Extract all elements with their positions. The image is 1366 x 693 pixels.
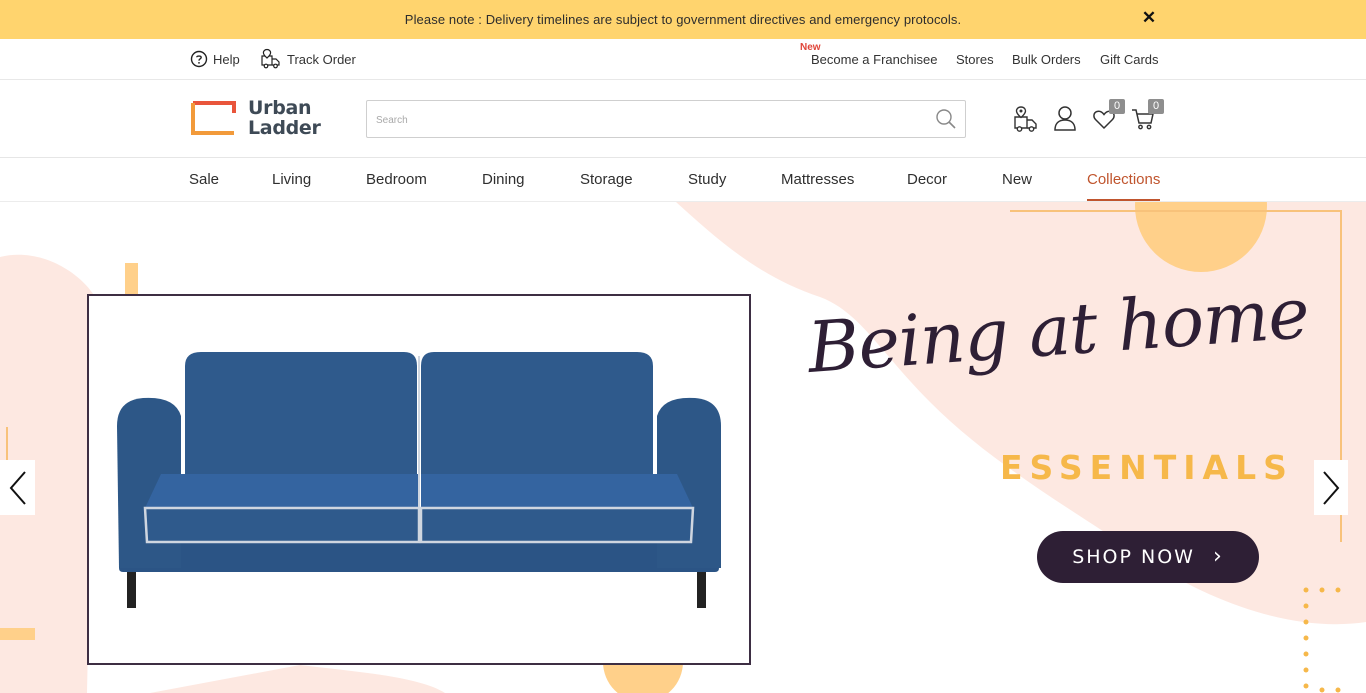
help-label: Help [213, 51, 240, 67]
delivery-truck-icon [261, 48, 280, 69]
urban-ladder-logo[interactable]: Urban Ladder [190, 98, 325, 139]
gift-cards-label: Gift Cards [1100, 51, 1159, 67]
hero-banner: Being at home ESSENTIALS SHOP NOW › [0, 202, 1366, 693]
sofa-image [117, 352, 721, 608]
franchise-link[interactable]: Become a Franchisee [811, 39, 937, 79]
close-icon[interactable]: ✕ [1140, 8, 1158, 28]
chevron-right-icon [1323, 470, 1340, 505]
stores-label: Stores [956, 51, 994, 67]
bulk-orders-link[interactable]: Bulk Orders [1012, 39, 1081, 79]
track-order-link[interactable]: Track Order [260, 39, 356, 79]
nav-item-sale[interactable]: Sale [189, 171, 219, 188]
carousel-prev-button[interactable] [0, 460, 35, 515]
nav-item-decor[interactable]: Decor [907, 171, 947, 188]
chevron-left-icon [9, 470, 26, 505]
logo-line-2: Ladder [248, 117, 321, 139]
chevron-right-icon: › [1212, 544, 1224, 569]
store-locator-truck-icon[interactable] [1012, 105, 1040, 133]
nav-item-study[interactable]: Study [688, 171, 726, 188]
logo-wordmark: Urban Ladder [248, 98, 321, 138]
cart-button[interactable]: 0 [1131, 99, 1167, 135]
search-icon[interactable] [933, 106, 959, 132]
shop-now-button[interactable]: SHOP NOW › [1037, 531, 1259, 583]
nav-item-dining[interactable]: Dining [482, 171, 525, 188]
help-icon [190, 50, 208, 68]
main-header: Urban Ladder 0 0 [0, 80, 1366, 158]
stores-link[interactable]: Stores [956, 39, 994, 79]
nav-item-new[interactable]: New [1002, 171, 1032, 188]
product-image-frame[interactable] [87, 294, 751, 665]
nav-item-collections[interactable]: Collections [1087, 171, 1160, 188]
announcement-bar: Please note : Delivery timelines are sub… [0, 0, 1366, 39]
hero-subtitle: ESSENTIALS [1000, 448, 1294, 487]
utility-bar: Help Track Order New Become a Franchisee… [0, 39, 1366, 80]
gift-cards-link[interactable]: Gift Cards [1100, 39, 1159, 79]
nav-item-storage[interactable]: Storage [580, 171, 633, 188]
help-link[interactable]: Help [190, 39, 240, 79]
carousel-next-button[interactable] [1314, 460, 1348, 515]
category-nav: Sale Living Bedroom Dining Storage Study… [0, 158, 1366, 202]
track-order-label: Track Order [287, 51, 356, 67]
bulk-orders-label: Bulk Orders [1012, 51, 1081, 67]
announcement-text: Please note : Delivery timelines are sub… [404, 12, 962, 27]
search-input[interactable] [376, 110, 916, 130]
wishlist-button[interactable]: 0 [1092, 99, 1128, 135]
shop-now-label: SHOP NOW [1072, 546, 1195, 568]
user-account-icon[interactable] [1053, 105, 1077, 131]
search-box [366, 100, 966, 138]
cart-count-badge: 0 [1148, 99, 1164, 114]
active-nav-underline [1087, 199, 1160, 201]
nav-item-mattresses[interactable]: Mattresses [781, 171, 854, 188]
logo-line-1: Urban [248, 97, 312, 119]
logo-mark-icon [191, 101, 236, 135]
nav-item-living[interactable]: Living [272, 171, 311, 188]
franchise-label: Become a Franchisee [811, 51, 938, 67]
nav-item-bedroom[interactable]: Bedroom [366, 171, 427, 188]
wishlist-count-badge: 0 [1109, 99, 1125, 114]
